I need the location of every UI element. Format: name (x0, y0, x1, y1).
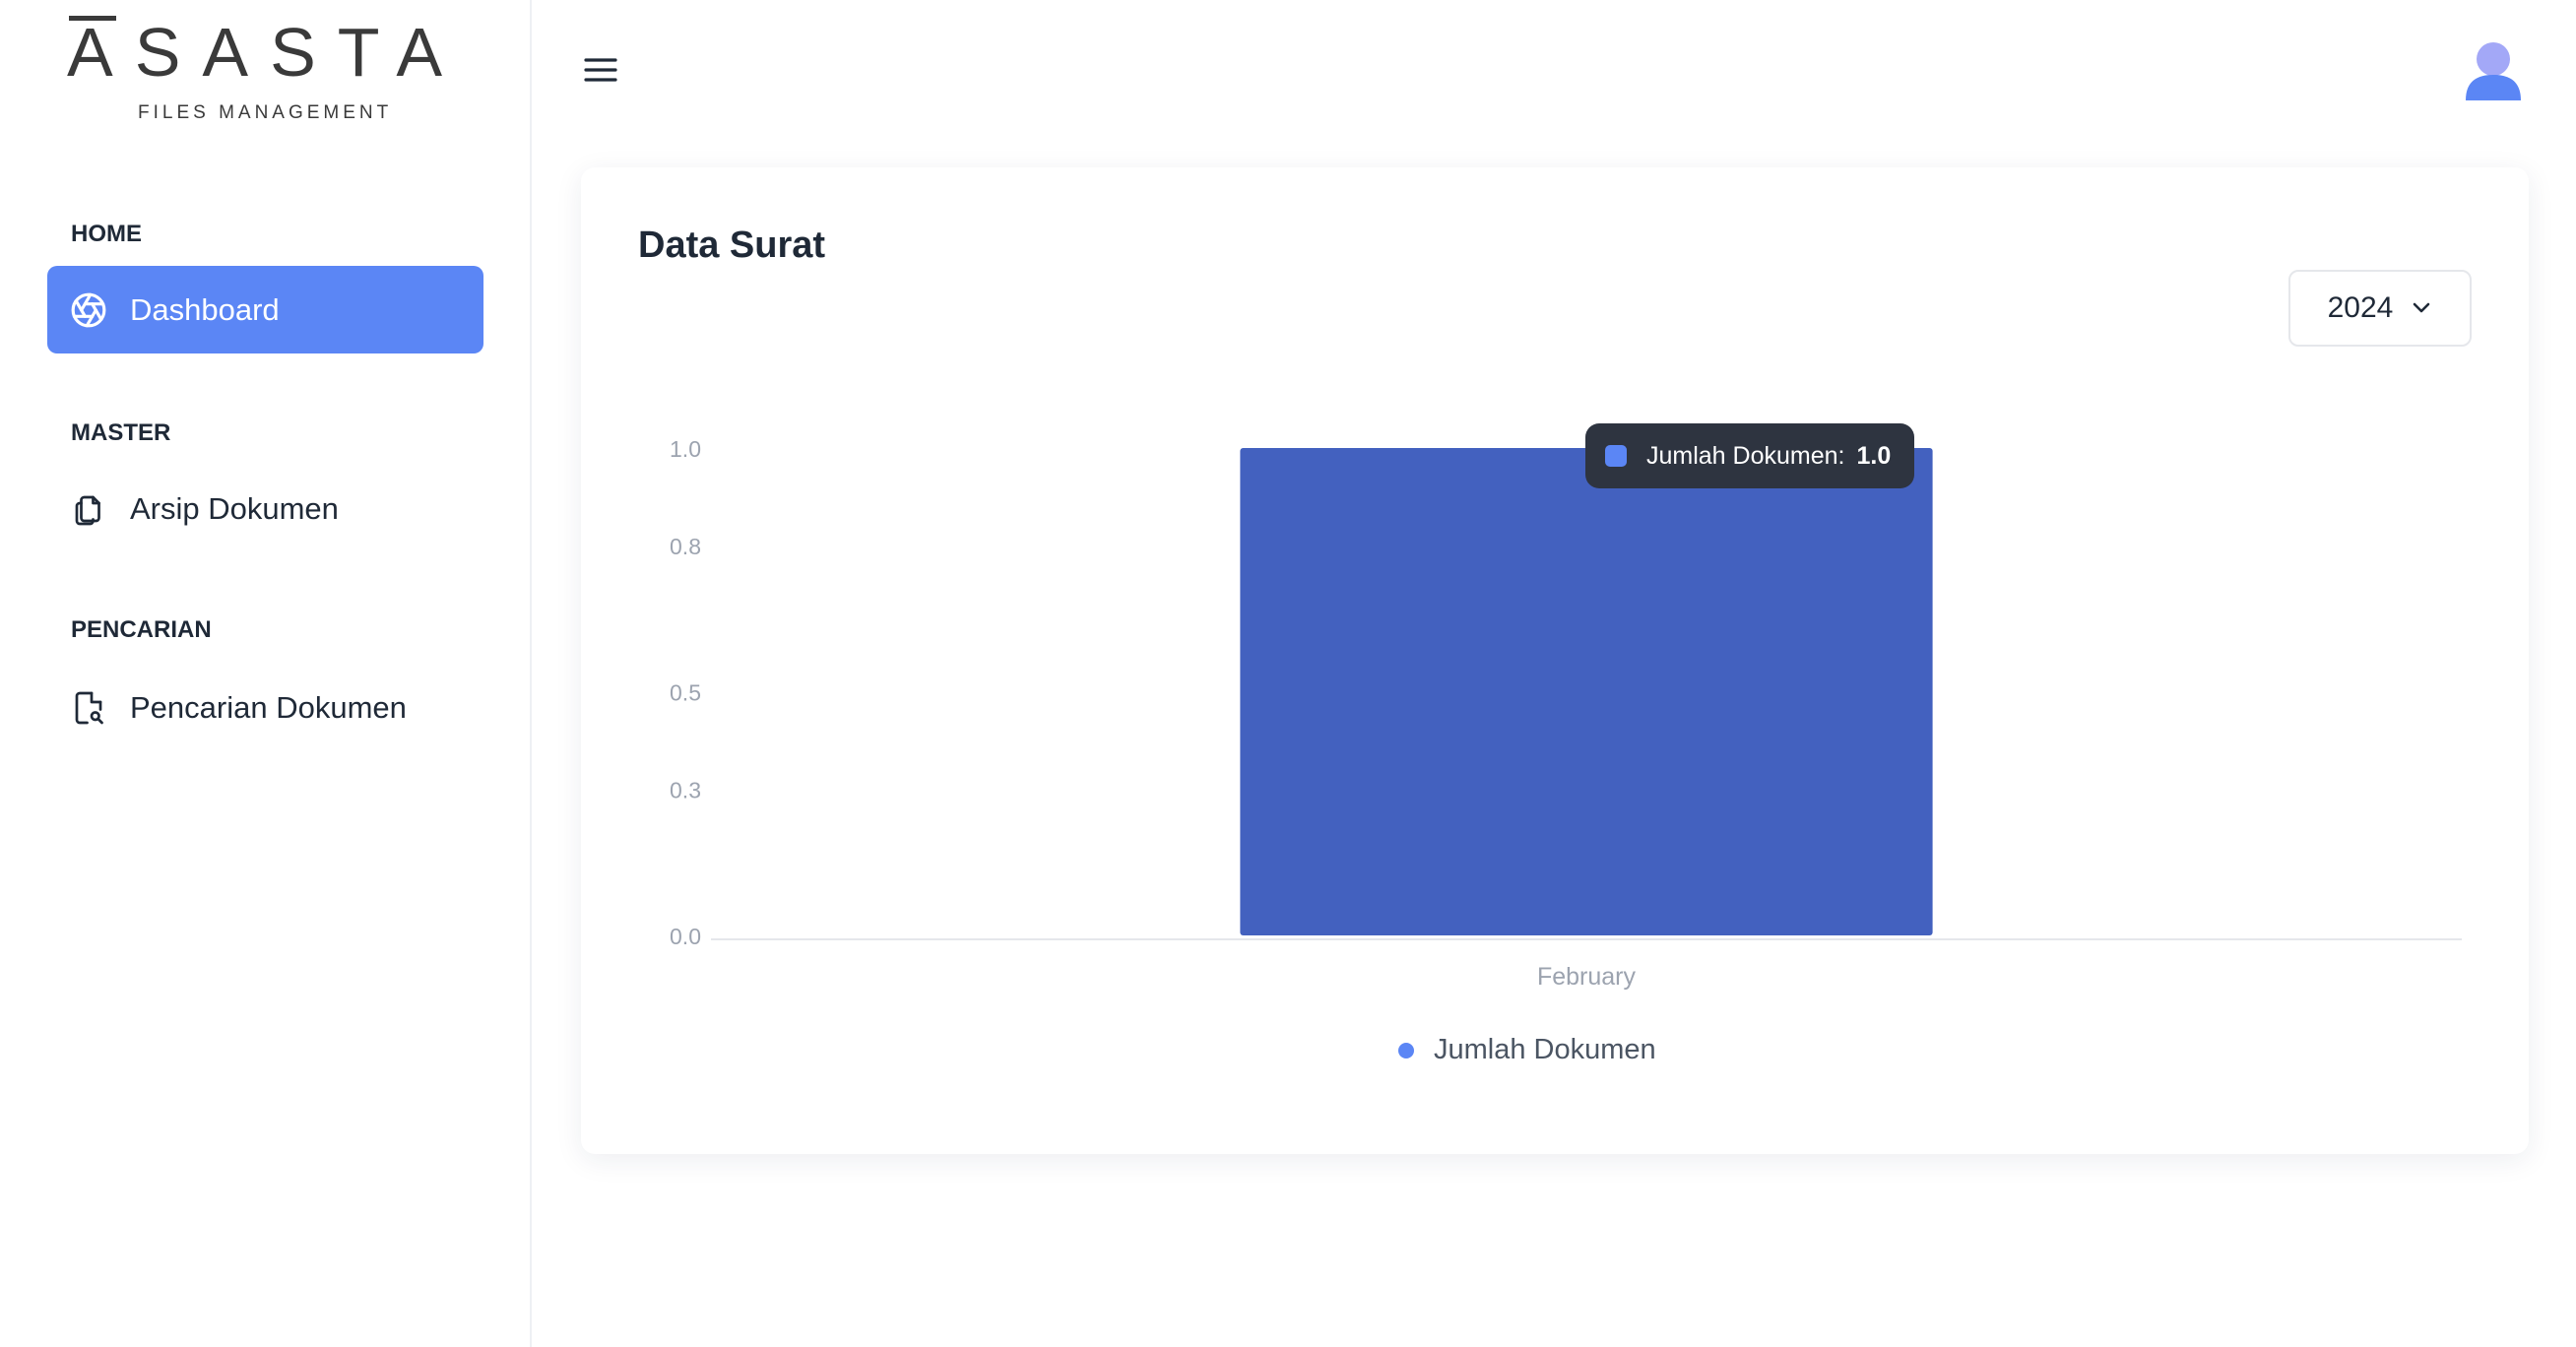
section-title-home: HOME (71, 221, 142, 247)
sidebar-item-label: Arsip Dokumen (130, 490, 339, 526)
dashboard-aperture-icon (69, 290, 108, 330)
bar-chart: 0.0 0.3 0.5 0.8 1.0 February (670, 436, 2462, 991)
chart-tooltip: Jumlah Dokumen: 1.0 (1585, 423, 1914, 488)
copy-documents-icon (69, 489, 108, 529)
hamburger-icon[interactable] (583, 55, 618, 85)
file-search-icon (69, 688, 108, 728)
y-tick-label: 0.5 (670, 680, 701, 706)
y-tick-label: 1.0 (670, 436, 701, 462)
sidebar-item-label: Pencarian Dokumen (130, 689, 407, 725)
brand-logo[interactable]: ASASTA FILES MANAGEMENT (59, 10, 453, 128)
tooltip-label: Jumlah Dokumen: (1646, 441, 1845, 470)
tooltip-value: 1.0 (1856, 441, 1892, 470)
y-tick-label: 0.0 (670, 924, 701, 949)
tooltip-swatch (1605, 445, 1627, 467)
sidebar-item-label: Dashboard (130, 291, 280, 327)
x-tick-label: February (1537, 963, 1637, 991)
y-tick-label: 0.3 (670, 778, 701, 803)
sidebar-item-dashboard[interactable]: Dashboard (47, 266, 483, 353)
section-title-pencarian: PENCARIAN (71, 616, 212, 643)
brand-name: ASASTA (67, 14, 465, 91)
y-tick-label: 0.8 (670, 534, 701, 559)
user-avatar-icon[interactable] (2462, 39, 2525, 104)
section-title-master: MASTER (71, 419, 171, 446)
legend-swatch (1398, 1042, 1414, 1058)
brand-subtitle: FILES MANAGEMENT (138, 102, 393, 123)
sidebar: ASASTA FILES MANAGEMENT HOME Dashboard M… (0, 0, 532, 1347)
data-surat-card: Data Surat 2024 0.0 0.3 0.5 0.8 1.0 February … (581, 167, 2529, 1154)
bar (1240, 448, 1933, 935)
sidebar-item-arsip-dokumen[interactable]: Arsip Dokumen (47, 465, 483, 552)
legend-label: Jumlah Dokumen (1434, 1034, 1656, 1065)
sidebar-item-pencarian-dokumen[interactable]: Pencarian Dokumen (47, 664, 483, 751)
chart-legend[interactable]: Jumlah Dokumen (1398, 1034, 1656, 1066)
